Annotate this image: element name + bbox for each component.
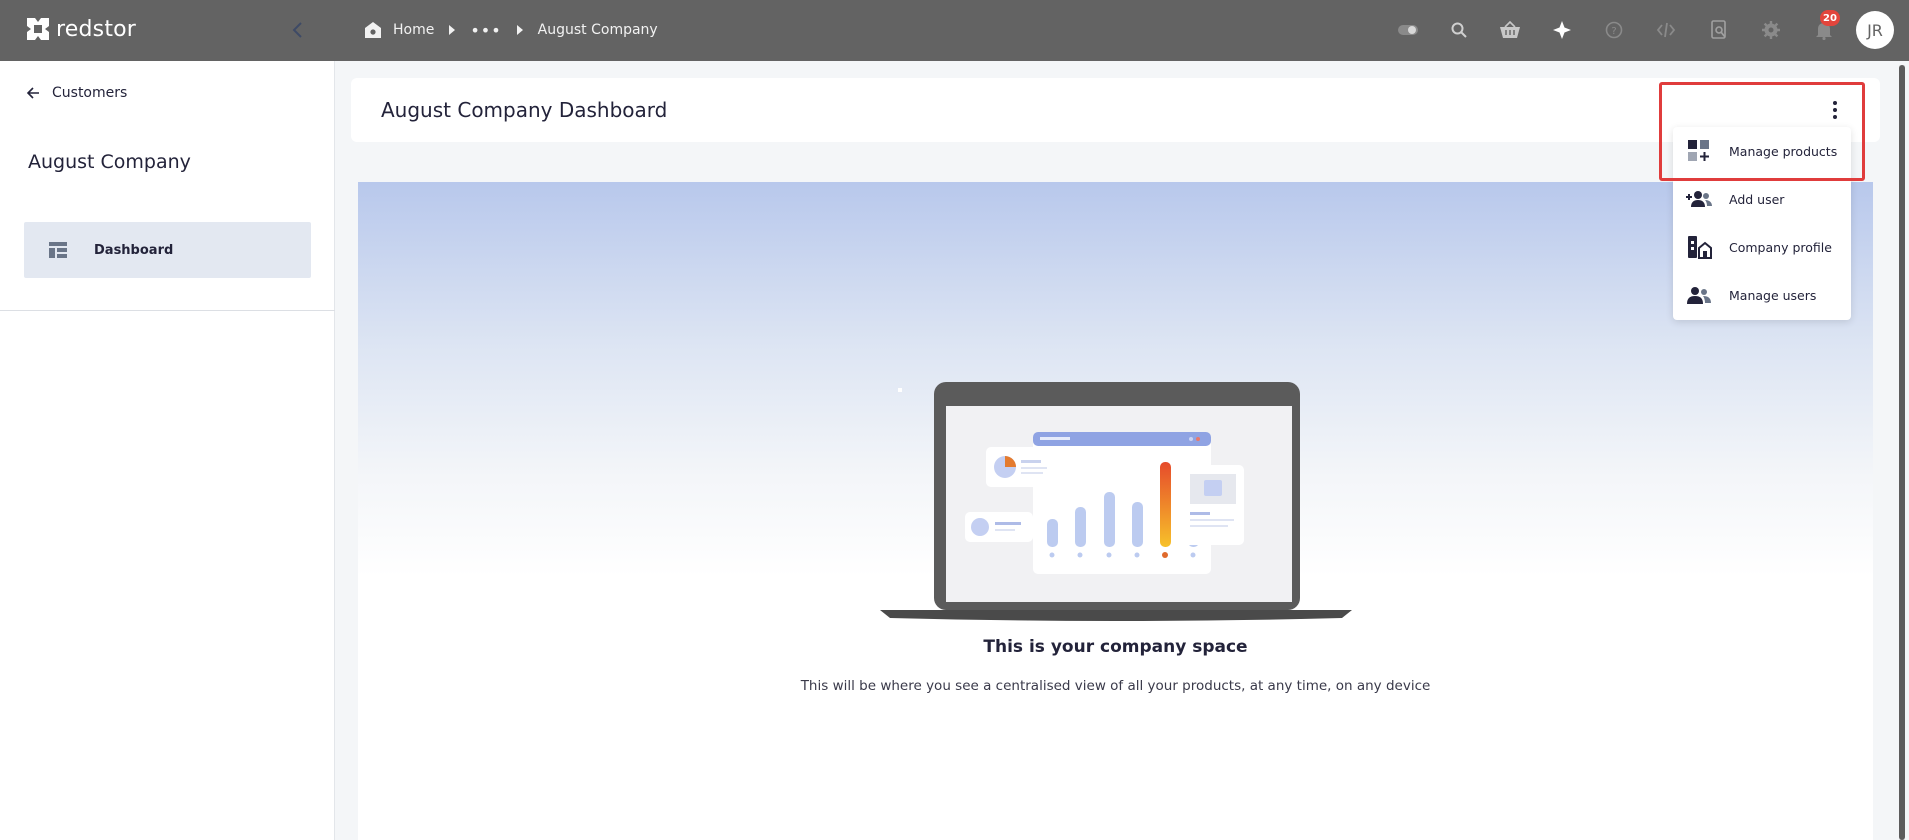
dashboard-icon (49, 242, 67, 258)
scrollbar-thumb[interactable] (1899, 65, 1905, 840)
toggle-icon[interactable] (1392, 14, 1424, 46)
page-title: August Company Dashboard (381, 98, 668, 122)
menu-item-manage-products[interactable]: Manage products (1673, 127, 1851, 175)
gear-icon[interactable] (1755, 14, 1787, 46)
kebab-menu-icon (1833, 101, 1837, 119)
basket-icon[interactable] (1494, 14, 1526, 46)
top-bar: redstor Home ••• August Company ? 20 JR (0, 0, 1909, 61)
arrow-left-icon (26, 87, 39, 99)
menu-item-label: Add user (1729, 191, 1785, 207)
home-icon[interactable] (363, 21, 383, 39)
notification-badge: 20 (1820, 10, 1840, 26)
add-user-icon (1686, 186, 1712, 212)
brand-logo[interactable]: redstor (24, 12, 136, 46)
sidebar: Customers August Company Dashboard (0, 61, 335, 840)
brand-name: redstor (56, 16, 137, 42)
menu-item-label: Company profile (1729, 239, 1832, 255)
code-icon[interactable] (1650, 14, 1682, 46)
breadcrumb: Home ••• August Company (363, 18, 658, 42)
chevron-right-icon (448, 25, 456, 35)
collapse-sidebar-button[interactable] (286, 18, 310, 42)
empty-state-subtitle: This will be where you see a centralised… (800, 678, 1431, 694)
company-name: August Company (28, 151, 191, 173)
back-link-label: Customers (52, 85, 128, 101)
svg-text:?: ? (1611, 26, 1616, 37)
sparkle-icon[interactable] (1546, 14, 1578, 46)
menu-item-add-user[interactable]: Add user (1673, 175, 1851, 223)
chevron-right-icon (516, 25, 524, 35)
options-dropdown-menu: Manage products Add user Company profile… (1673, 127, 1851, 320)
help-icon[interactable]: ? (1598, 14, 1630, 46)
chevron-left-icon (292, 22, 302, 38)
menu-item-label: Manage users (1729, 287, 1817, 303)
sidebar-item-dashboard[interactable]: Dashboard (24, 222, 311, 278)
empty-state-title: This is your company space (983, 637, 1248, 657)
sidebar-item-label: Dashboard (94, 242, 174, 258)
search-doc-icon[interactable] (1703, 14, 1735, 46)
dashboard-header: August Company Dashboard (351, 78, 1880, 142)
search-icon[interactable] (1443, 14, 1475, 46)
back-to-customers-link[interactable]: Customers (26, 85, 127, 101)
laptop-illustration (880, 382, 1352, 621)
manage-products-icon (1686, 138, 1712, 164)
menu-item-manage-users[interactable]: Manage users (1673, 271, 1851, 319)
more-options-button[interactable] (1821, 96, 1849, 124)
breadcrumb-current: August Company (537, 22, 658, 38)
breadcrumb-ellipsis[interactable]: ••• (470, 21, 501, 40)
breadcrumb-home[interactable]: Home (393, 22, 434, 38)
divider (0, 310, 335, 311)
menu-item-company-profile[interactable]: Company profile (1673, 223, 1851, 271)
company-profile-icon (1686, 234, 1712, 260)
manage-users-icon (1686, 282, 1712, 308)
menu-item-label: Manage products (1729, 143, 1838, 159)
redstor-logo-icon (27, 18, 49, 40)
avatar[interactable]: JR (1856, 11, 1894, 49)
